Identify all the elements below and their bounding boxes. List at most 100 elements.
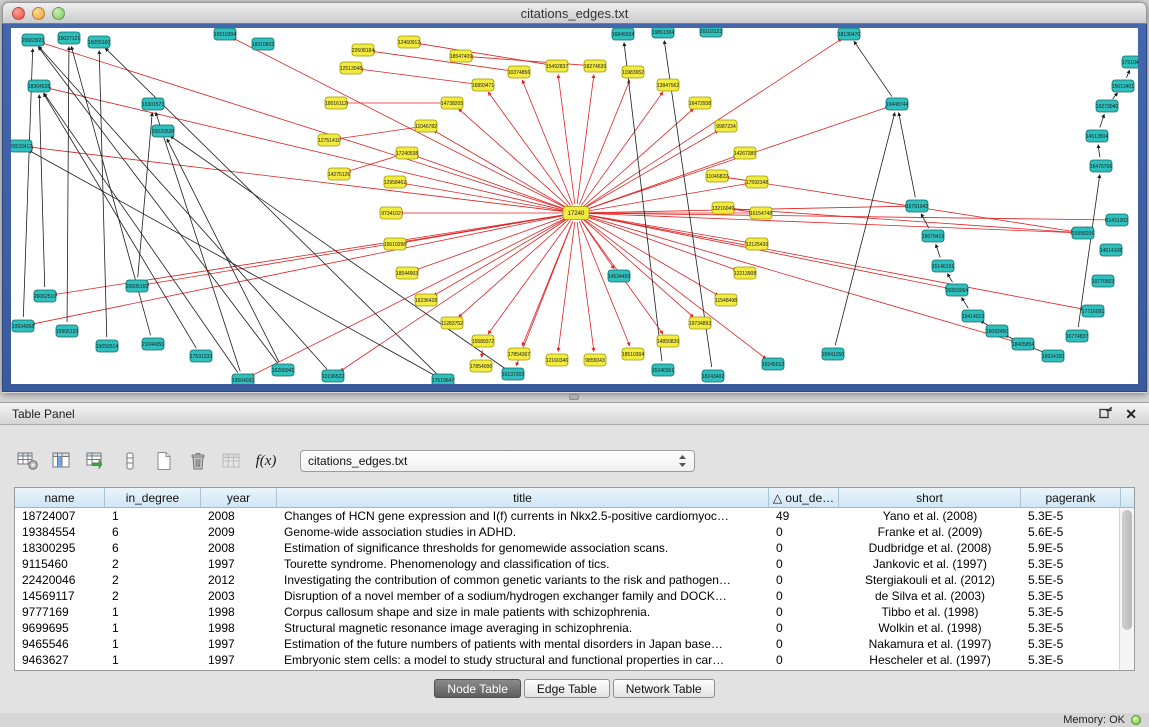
graph-node[interactable]: 17592348 [746, 176, 768, 188]
graph-node[interactable]: 11046782 [415, 120, 437, 132]
graph-node[interactable]: 19734893 [689, 317, 711, 329]
table-cell[interactable]: 1998 [201, 604, 277, 620]
function-builder-icon[interactable]: f(x) [252, 448, 280, 474]
graph-node[interactable]: 17716091 [1082, 305, 1104, 317]
graph-node[interactable]: 11431302 [1106, 214, 1128, 226]
table-cell[interactable]: Estimation of the future numbers of pati… [277, 636, 769, 652]
graph-node[interactable]: 12460912 [398, 36, 420, 48]
graph-edge[interactable] [338, 127, 417, 138]
graph-node[interactable]: 11283752 [441, 317, 463, 329]
graph-edge[interactable] [558, 75, 575, 204]
graph-node[interactable]: 18304528 [28, 80, 50, 92]
graph-edge[interactable] [899, 113, 916, 197]
graph-node[interactable]: 20941250 [822, 348, 844, 360]
table-cell[interactable]: 5.3E-5 [1021, 556, 1121, 572]
graph-edge[interactable] [948, 274, 953, 282]
table-cell[interactable]: 1 [105, 604, 201, 620]
column-header-4[interactable]: △ out_de… [769, 488, 839, 507]
graph-node[interactable]: 20303064 [946, 284, 968, 296]
graph-edge[interactable] [459, 109, 570, 207]
table-cell[interactable]: 0 [769, 556, 839, 572]
column-header-5[interactable]: short [839, 488, 1021, 507]
table-cell[interactable]: 14569117 [15, 588, 105, 604]
table-cell[interactable]: 0 [769, 604, 839, 620]
graph-node[interactable]: 17619647 [432, 374, 454, 384]
new-column-icon[interactable] [150, 448, 178, 474]
graph-edge[interactable] [488, 220, 570, 333]
graph-node[interactable]: 12213908 [734, 267, 756, 279]
graph-node[interactable]: 16476706 [1090, 160, 1112, 172]
graph-node[interactable]: 26062510 [34, 290, 56, 302]
table-cell[interactable]: 5.5E-5 [1021, 572, 1121, 588]
graph-node[interactable]: 16472938 [689, 97, 711, 109]
tab-network-table[interactable]: Network Table [613, 679, 715, 698]
show-rows-icon[interactable] [116, 448, 144, 474]
table-cell[interactable]: 5.3E-5 [1021, 604, 1121, 620]
graph-node[interactable]: 16236428 [415, 294, 437, 306]
graph-node[interactable]: 16154748 [750, 207, 772, 219]
graph-edge[interactable] [67, 47, 69, 322]
graph-node[interactable]: 12160346 [546, 354, 568, 366]
graph-edge[interactable] [835, 113, 895, 346]
graph-edge[interactable] [1126, 70, 1129, 77]
table-cell[interactable]: Nakamura et al. (1997) [839, 636, 1021, 652]
graph-node[interactable]: 18544903 [396, 267, 418, 279]
table-row[interactable]: 1830029562008Estimation of significance … [15, 540, 1134, 556]
float-panel-icon[interactable] [1099, 406, 1113, 422]
graph-node[interactable]: 19273040 [1096, 100, 1118, 112]
table-cell[interactable]: Tourette syndrome. Phenomenology and cla… [277, 556, 769, 572]
table-cell[interactable]: 0 [769, 636, 839, 652]
graph-edge[interactable] [726, 177, 1074, 231]
graph-node[interactable]: 18547409 [450, 50, 472, 62]
table-cell[interactable]: Jankovic et al. (1997) [839, 556, 1021, 572]
table-cell[interactable]: Structural magnetic resonance image aver… [277, 620, 769, 636]
graph-node[interactable]: 18679419 [922, 230, 944, 242]
graph-edge[interactable] [1113, 93, 1118, 99]
graph-edge[interactable] [936, 245, 940, 258]
graph-edge[interactable] [30, 147, 567, 212]
import-table-icon[interactable] [82, 448, 110, 474]
graph-node[interactable]: 18510304 [622, 348, 644, 360]
rename-table-icon[interactable] [218, 448, 246, 474]
table-cell[interactable]: Genome-wide association studies in ADHD. [277, 524, 769, 540]
table-cell[interactable]: 2 [105, 572, 201, 588]
table-cell[interactable]: 5.3E-5 [1021, 636, 1121, 652]
graph-node[interactable]: 17854096 [470, 360, 492, 372]
table-cell[interactable]: 5.6E-5 [1021, 524, 1121, 540]
graph-node[interactable]: 10770503 [1092, 275, 1114, 287]
graph-node[interactable]: 20533412 [11, 140, 32, 152]
graph-node[interactable]: 14534455 [608, 270, 630, 282]
graph-node[interactable]: 17510461 [1122, 56, 1138, 68]
graph-node[interactable]: 16774837 [1066, 330, 1088, 342]
graph-node[interactable]: 11046822 [706, 170, 728, 182]
graph-node[interactable]: 17240538 [396, 147, 418, 159]
graph-node[interactable]: 19245012 [762, 358, 784, 370]
table-row[interactable]: 2242004622012Investigating the contribut… [15, 572, 1134, 588]
graph-node[interactable]: 16791942 [906, 200, 928, 212]
table-cell[interactable]: 5.3E-5 [1021, 588, 1121, 604]
table-cell[interactable]: 2008 [201, 540, 277, 556]
graph-node[interactable]: 19934058 [12, 320, 34, 332]
graph-node[interactable]: 19027121 [58, 32, 80, 44]
table-cell[interactable]: 18300295 [15, 540, 105, 556]
close-panel-icon[interactable]: ✕ [1125, 408, 1137, 420]
graph-node[interactable]: 15013401 [1112, 80, 1134, 92]
graph-edge[interactable] [581, 220, 614, 268]
graph-node[interactable]: 18016112 [325, 97, 347, 109]
table-cell[interactable]: 1997 [201, 652, 277, 668]
network-graph-canvas[interactable]: 1724016154748121254391221390811548498197… [11, 28, 1138, 384]
table-cell[interactable]: 9777169 [15, 604, 105, 620]
graph-node[interactable]: 16849324 [612, 28, 634, 40]
graph-node[interactable]: 18243402 [702, 370, 724, 382]
graph-node[interactable]: 14850839 [657, 335, 679, 347]
graph-node[interactable]: 16055160 [88, 36, 110, 48]
column-header-0[interactable]: name [15, 488, 105, 507]
table-cell[interactable]: Changes of HCN gene expression and I(f) … [277, 508, 769, 524]
graph-node-hub[interactable]: 17240 [563, 207, 589, 220]
graph-edge[interactable] [962, 298, 969, 309]
table-cell[interactable]: 49 [769, 508, 839, 524]
table-row[interactable]: 969969511998Structural magnetic resonanc… [15, 620, 1134, 636]
table-cell[interactable]: 9463627 [15, 652, 105, 668]
table-row[interactable]: 946554611997Estimation of the future num… [15, 636, 1134, 652]
table-cell[interactable]: Corpus callosum shape and size in male p… [277, 604, 769, 620]
